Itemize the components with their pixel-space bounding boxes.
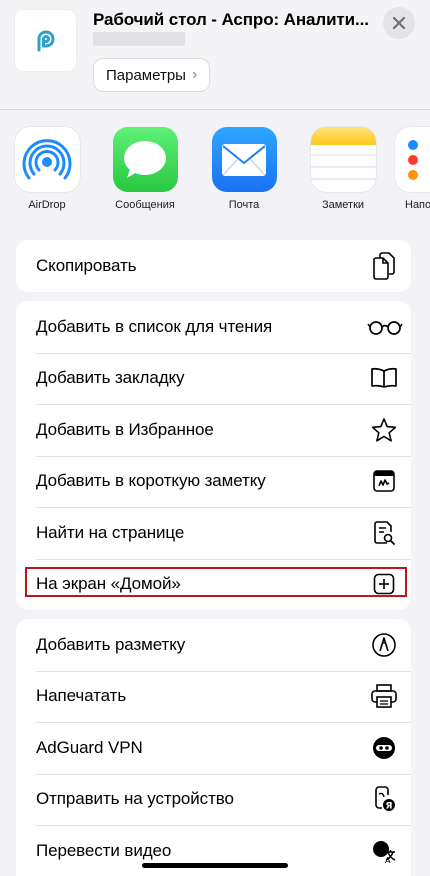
app-messages[interactable]: Сообщения [105, 127, 185, 211]
copy-icon [369, 251, 399, 281]
aspro-logo-icon [37, 29, 55, 51]
notes-icon [310, 127, 376, 192]
svg-text:A: A [385, 856, 391, 864]
app-label: Напо [405, 199, 430, 211]
find-on-page-icon [369, 518, 399, 548]
adguard-vpn-icon [369, 733, 399, 763]
action-add-reading-list[interactable]: Добавить в список для чтения [16, 301, 411, 353]
action-label: Найти на странице [36, 522, 185, 542]
action-label: Добавить в короткую заметку [36, 471, 266, 491]
star-icon [369, 415, 399, 445]
action-label: Добавить в Избранное [36, 419, 214, 439]
close-button[interactable] [383, 7, 415, 39]
action-add-quick-note[interactable]: Добавить в короткую заметку [16, 455, 411, 508]
action-label: На экран «Домой» [36, 574, 181, 594]
app-notes[interactable]: Заметки [303, 127, 383, 211]
app-label: Сообщения [115, 199, 175, 211]
action-translate-video[interactable]: Перевести видео A [16, 825, 411, 876]
site-favicon [15, 10, 76, 71]
share-apps-row: AirDrop Сообщения Почта Заметки Напо [0, 111, 430, 226]
messages-icon [112, 127, 178, 192]
app-reminders[interactable]: Напо [395, 127, 430, 211]
options-button[interactable]: Параметры › [93, 58, 211, 92]
action-label: Напечатать [36, 686, 127, 706]
share-sheet-header: Рабочий стол - Аспро: Аналити... Парамет… [0, 0, 430, 110]
action-label: Добавить в список для чтения [36, 316, 273, 336]
action-add-bookmark[interactable]: Добавить закладку [16, 352, 411, 405]
app-mail[interactable]: Почта [204, 127, 284, 211]
send-to-device-icon: Я [369, 784, 399, 814]
add-square-icon [369, 569, 399, 599]
actions-group-copy: Скопировать [16, 240, 411, 292]
action-markup[interactable]: Добавить разметку [16, 619, 411, 671]
reminders-icon [395, 127, 430, 192]
action-label: Скопировать [36, 255, 137, 275]
action-label: Добавить закладку [36, 368, 185, 388]
options-button-label: Параметры [106, 66, 186, 84]
app-label: AirDrop [28, 199, 66, 211]
app-airdrop[interactable]: AirDrop [7, 127, 87, 211]
home-indicator [142, 863, 288, 868]
action-add-to-home-screen[interactable]: На экран «Домой» [16, 558, 411, 611]
action-adguard-vpn[interactable]: AdGuard VPN [16, 722, 411, 774]
action-label: AdGuard VPN [36, 737, 143, 757]
action-add-favorites[interactable]: Добавить в Избранное [16, 404, 411, 456]
markup-pen-icon [369, 630, 399, 660]
action-find-on-page[interactable]: Найти на странице [16, 507, 411, 559]
app-label: Почта [228, 199, 260, 211]
app-label: Заметки [321, 199, 365, 211]
page-title: Рабочий стол - Аспро: Аналити... [93, 10, 369, 29]
action-label: Отправить на устройство [36, 789, 234, 809]
svg-text:Я: Я [386, 802, 393, 812]
book-icon [369, 363, 399, 393]
airdrop-icon [14, 127, 80, 192]
mail-icon [211, 127, 277, 192]
action-copy[interactable]: Скопировать [16, 240, 411, 292]
action-label: Перевести видео [36, 840, 172, 860]
glasses-icon [367, 312, 403, 342]
close-icon [392, 16, 406, 30]
translate-video-icon: A [369, 836, 399, 866]
page-url-redacted [93, 32, 185, 46]
action-label: Добавить разметку [36, 634, 186, 654]
quick-note-icon [369, 466, 399, 496]
chevron-right-icon: › [191, 66, 198, 83]
actions-group-page: Добавить в список для чтения Добавить за… [16, 301, 411, 610]
printer-icon [369, 681, 399, 711]
actions-group-extensions: Добавить разметку Напечатать AdGuard VPN [16, 619, 411, 876]
action-print[interactable]: Напечатать [16, 670, 411, 723]
action-send-to-device[interactable]: Отправить на устройство Я [16, 773, 411, 826]
